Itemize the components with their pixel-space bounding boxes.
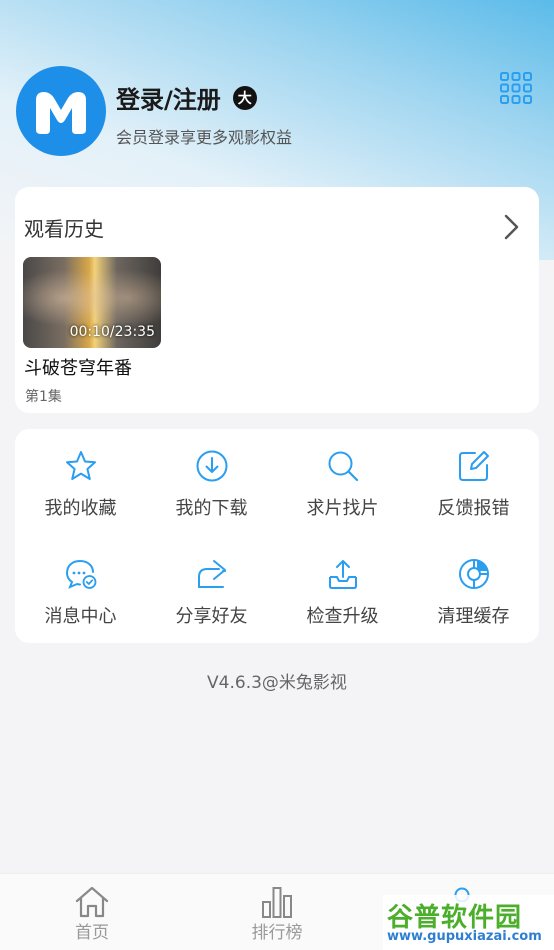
menu-item-favorites[interactable]: 我的收藏 xyxy=(15,429,146,529)
cache-icon xyxy=(459,559,489,589)
video-progress-time: 00:10/23:35 xyxy=(69,324,155,340)
m-logo-icon xyxy=(36,92,86,134)
vip-badge-icon: 大 xyxy=(232,85,257,110)
video-episode: 第1集 xyxy=(25,389,62,405)
star-icon xyxy=(66,451,96,480)
menu-label: 分享好友 xyxy=(175,606,248,627)
app-logo-avatar[interactable] xyxy=(16,66,106,156)
menu-item-feedback[interactable]: 反馈报错 xyxy=(408,429,539,529)
menu-label: 求片找片 xyxy=(306,498,379,519)
menu-label: 清理缓存 xyxy=(437,606,510,627)
tab-label: 排行榜 xyxy=(251,923,303,943)
watermark-url: www.gupuxiazai.com xyxy=(387,929,542,944)
menu-label: 检查升级 xyxy=(306,606,379,627)
menu-item-request[interactable]: 求片找片 xyxy=(277,429,408,529)
ranking-icon xyxy=(262,887,292,918)
menu-label: 我的下载 xyxy=(175,498,248,519)
menu-item-share[interactable]: 分享好友 xyxy=(146,537,277,637)
chevron-right-icon[interactable] xyxy=(501,213,521,241)
message-icon xyxy=(65,560,97,589)
edit-icon xyxy=(459,451,489,481)
watch-history-title: 观看历史 xyxy=(24,217,104,241)
watch-history-card: 观看历史 00:10/23:35 斗破苍穹年番 第1集 xyxy=(15,187,539,413)
login-register-label: 登录/注册 xyxy=(116,86,221,114)
function-menu-card: 我的收藏 我的下载 求片找片 反馈报错 消息中心 分享好友 检查升级 清理缓存 xyxy=(15,429,539,643)
tab-label: 首页 xyxy=(75,923,109,943)
watermark-logo: 谷普软件园 www.gupuxiazai.com xyxy=(383,895,554,950)
profile-section: 登录/注册 大 会员登录享更多观影权益 xyxy=(16,66,538,156)
grid-menu-icon[interactable] xyxy=(500,72,532,104)
upload-icon xyxy=(329,560,357,589)
menu-label: 消息中心 xyxy=(44,606,117,627)
tab-ranking[interactable]: 排行榜 xyxy=(217,874,337,950)
login-subtitle: 会员登录享更多观影权益 xyxy=(116,128,293,147)
home-icon xyxy=(75,886,109,918)
menu-item-downloads[interactable]: 我的下载 xyxy=(146,429,277,529)
menu-label: 反馈报错 xyxy=(437,498,510,519)
menu-item-clear-cache[interactable]: 清理缓存 xyxy=(408,537,539,637)
share-icon xyxy=(198,560,226,588)
menu-item-update[interactable]: 检查升级 xyxy=(277,537,408,637)
search-icon xyxy=(328,451,359,482)
menu-item-messages[interactable]: 消息中心 xyxy=(15,537,146,637)
login-register-link[interactable]: 登录/注册 大 xyxy=(116,80,257,115)
download-icon xyxy=(196,450,228,482)
video-thumbnail[interactable]: 00:10/23:35 xyxy=(23,257,161,348)
app-version: V4.6.3@米兔影视 xyxy=(207,673,347,693)
tab-home[interactable]: 首页 xyxy=(32,874,152,950)
menu-label: 我的收藏 xyxy=(44,498,117,519)
video-title[interactable]: 斗破苍穹年番 xyxy=(24,354,132,380)
